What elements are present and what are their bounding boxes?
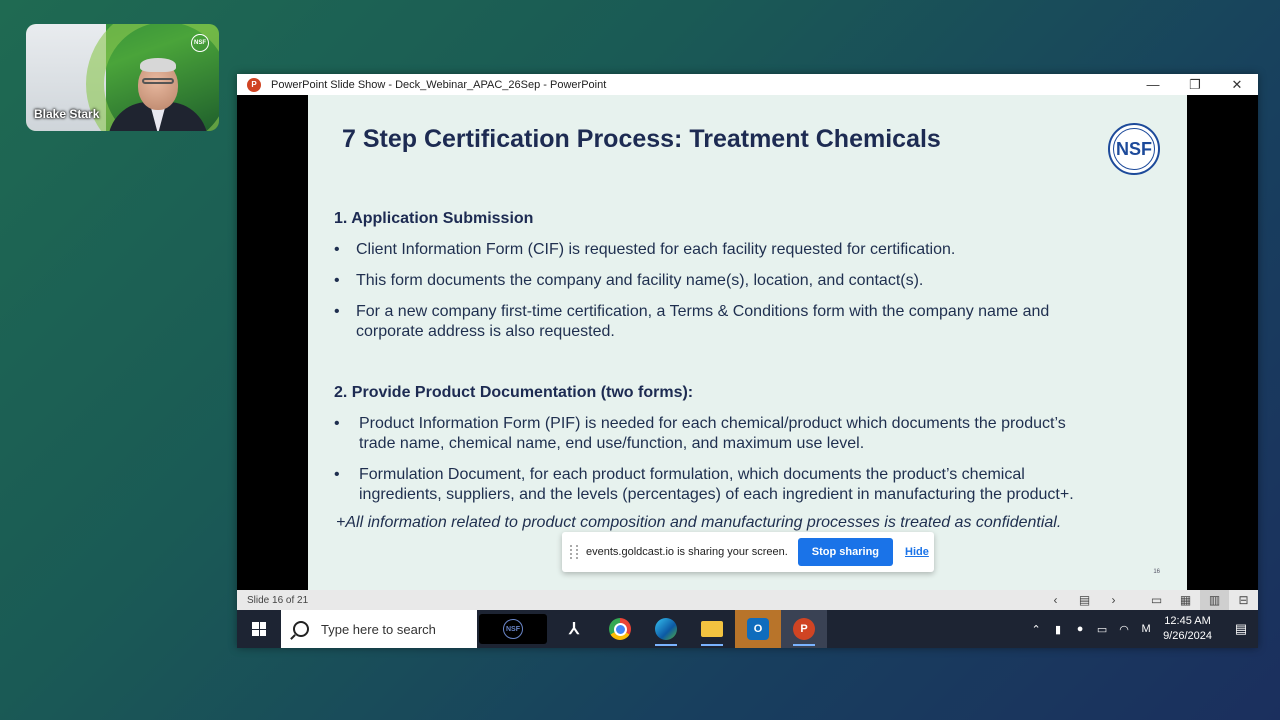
stop-sharing-button[interactable]: Stop sharing (797, 538, 894, 566)
bullet-dot: • (334, 466, 340, 483)
edge-app[interactable] (643, 610, 689, 648)
restore-button[interactable]: ❐ (1174, 74, 1216, 95)
status-icons: ‹ ▤ › ▭ ▦ ▥ ⊟ (1041, 590, 1258, 610)
battery-icon[interactable]: ▭ (1091, 623, 1113, 636)
taskbar: Type here to search NSF ⅄ O P ⌃ ▮ ● ▭ ◠ (237, 610, 1258, 648)
powerpoint-icon: P (247, 77, 261, 92)
slide-number: 16 (1153, 569, 1160, 575)
powerpoint-window: P PowerPoint Slide Show - Deck_Webinar_A… (237, 74, 1258, 648)
section-heading-2: 2. Provide Product Documentation (two fo… (334, 384, 694, 401)
slide-area[interactable]: 7 Step Certification Process: Treatment … (237, 95, 1258, 590)
search-placeholder: Type here to search (321, 621, 436, 637)
status-bar: Slide 16 of 21 ‹ ▤ › ▭ ▦ ▥ ⊟ (237, 590, 1258, 610)
powerpoint-icon: P (793, 618, 815, 640)
bullet-dot: • (334, 241, 340, 258)
bullet-text: For a new company first-time certificati… (356, 303, 1050, 320)
usb-icon[interactable]: ▮ (1047, 623, 1069, 636)
outlook-app[interactable]: O (735, 610, 781, 648)
teams-icon[interactable]: ● (1069, 623, 1091, 635)
screen-share-bar: events.goldcast.io is sharing your scree… (562, 532, 934, 572)
bullet-text: This form documents the company and faci… (356, 272, 924, 289)
bullet-text-continued: corporate address is also requested. (356, 323, 615, 340)
close-button[interactable]: ✕ (1216, 74, 1258, 95)
nsf-logo-icon: NSF (1108, 123, 1160, 175)
windows-icon (252, 622, 266, 636)
slide[interactable]: 7 Step Certification Process: Treatment … (308, 95, 1187, 590)
bullet-text: Client Information Form (CIF) is request… (356, 241, 956, 258)
clock-time: 12:45 AM (1164, 615, 1211, 627)
notifications-icon[interactable]: ▤ (1224, 621, 1258, 637)
window-titlebar[interactable]: P PowerPoint Slide Show - Deck_Webinar_A… (237, 74, 1258, 95)
bullet-dot: • (334, 303, 340, 320)
chrome-app[interactable] (597, 610, 643, 648)
chrome-icon (609, 618, 631, 640)
minimize-button[interactable]: — (1132, 74, 1174, 95)
hide-link[interactable]: Hide (905, 546, 929, 558)
slide-footnote: +All information related to product comp… (336, 514, 1062, 531)
chevron-up-icon[interactable]: ⌃ (1025, 623, 1047, 636)
bullet-item: • Formulation Document, for each product… (334, 465, 1164, 505)
bullet-text: Product Information Form (PIF) is needed… (359, 415, 1066, 432)
bullet-text: Formulation Document, for each product f… (359, 466, 1025, 483)
folder-icon (701, 621, 723, 637)
system-clock[interactable]: 12:45 AM 9/26/2024 (1163, 614, 1212, 644)
taskbar-search[interactable]: Type here to search (281, 610, 477, 648)
reading-view-icon[interactable]: ▥ (1200, 590, 1229, 610)
participant-name: Blake Stark (34, 107, 100, 121)
clock-date: 9/26/2024 (1163, 630, 1212, 642)
nsf-logo-icon: NSF (191, 34, 209, 52)
window-title: PowerPoint Slide Show - Deck_Webinar_APA… (271, 78, 607, 91)
prev-icon[interactable]: ‹ (1041, 590, 1070, 610)
start-button[interactable] (237, 610, 281, 648)
next-icon[interactable]: › (1099, 590, 1128, 610)
grid-icon[interactable]: ▦ (1171, 590, 1200, 610)
section-heading-1: 1. Application Submission (334, 210, 534, 227)
slide-counter: Slide 16 of 21 (247, 594, 309, 606)
wifi-icon[interactable]: ◠ (1113, 623, 1135, 636)
malwarebytes-icon[interactable]: M (1135, 623, 1157, 635)
nsf-logo-icon: NSF (503, 619, 523, 639)
nsf-search-highlight[interactable]: NSF (479, 614, 547, 644)
acrobat-icon: ⅄ (569, 621, 579, 638)
bullet-text-continued: ingredients, suppliers, and the levels (… (359, 486, 1074, 503)
bullet-item: • For a new company first-time certifica… (334, 302, 1154, 342)
presenter-hair (140, 58, 176, 72)
webcam-tile[interactable]: NSF Blake Stark (26, 24, 219, 131)
slide-sorter-icon[interactable]: ▤ (1070, 590, 1099, 610)
system-tray: ⌃ ▮ ● ▭ ◠ M 12:45 AM 9/26/2024 ▤ (1025, 610, 1258, 648)
powerpoint-app[interactable]: P (781, 610, 827, 648)
bullet-dot: • (334, 415, 340, 432)
notes-icon[interactable]: ▭ (1142, 590, 1171, 610)
window-controls: — ❐ ✕ (1132, 74, 1258, 95)
bullet-item: • Product Information Form (PIF) is need… (334, 414, 1164, 454)
outlook-icon: O (747, 618, 769, 640)
file-explorer-app[interactable] (689, 610, 735, 648)
bullet-text-continued: trade name, chemical name, end use/funct… (359, 435, 865, 452)
search-icon (293, 621, 309, 637)
slide-title: 7 Step Certification Process: Treatment … (342, 125, 941, 153)
acrobat-app[interactable]: ⅄ (551, 610, 597, 648)
drag-handle-icon[interactable] (570, 545, 578, 559)
presenter-glasses (142, 78, 174, 84)
share-message: events.goldcast.io is sharing your scree… (586, 546, 788, 558)
presenter-icon[interactable]: ⊟ (1229, 590, 1258, 610)
bullet-dot: • (334, 272, 340, 289)
edge-icon (655, 618, 677, 640)
